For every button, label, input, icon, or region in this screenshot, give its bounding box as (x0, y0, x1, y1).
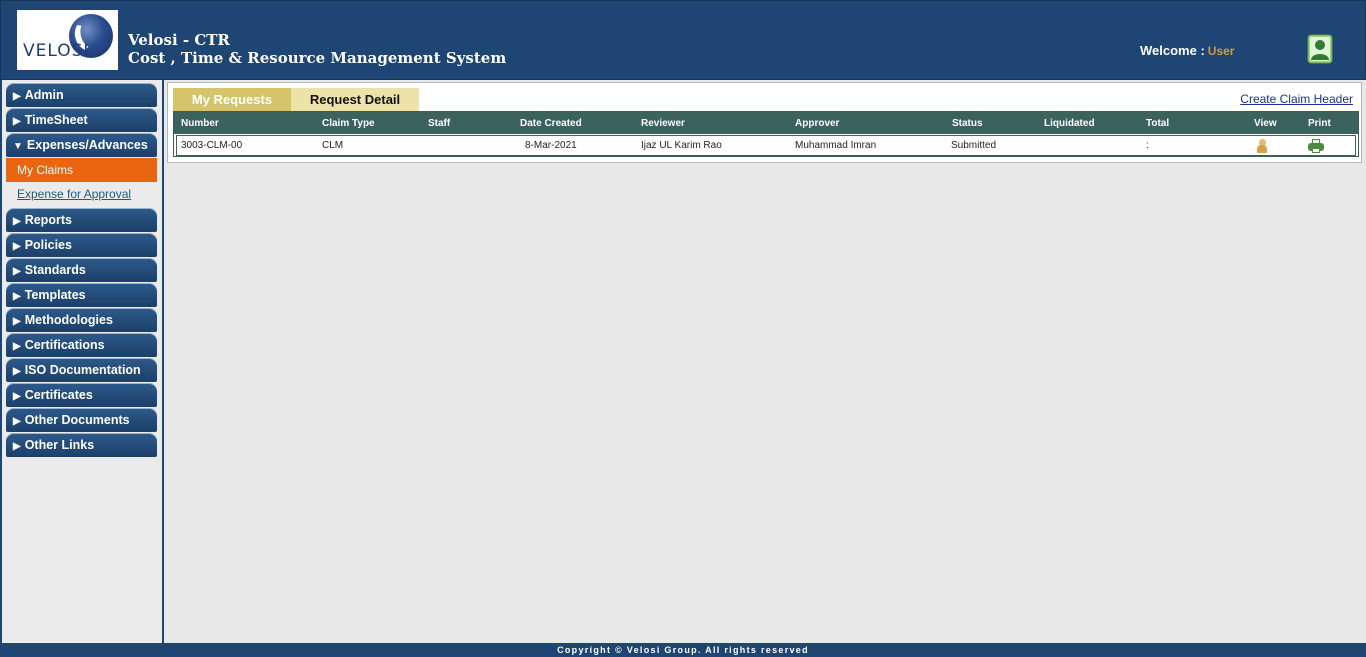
sidebar-item-label: TimeSheet (24, 113, 88, 127)
cell-reviewer: Ijaz UL Karim Rao (641, 140, 722, 151)
cell-approver: Muhammad Imran (795, 140, 877, 151)
sidebar-item-label: Certifications (24, 338, 105, 352)
table-header-row: Number Claim Type Staff Date Created Rev… (174, 112, 1358, 134)
collapsed-arrow-icon: ▶ (13, 91, 21, 102)
sidebar-item-label: Standards (24, 263, 86, 277)
column-header-status: Status (952, 117, 983, 129)
welcome-user-name: User (1207, 44, 1235, 58)
sidebar-nav: ▶ Admin ▶ TimeSheet ▼ Expenses/Advances My … (0, 80, 164, 643)
column-header-reviewer: Reviewer (641, 117, 685, 129)
sidebar-item-other-documents[interactable]: ▶ Other Documents (6, 408, 157, 432)
sidebar-item-certificates[interactable]: ▶ Certificates (6, 383, 157, 407)
sidebar-item-label: Templates (24, 288, 86, 302)
sidebar-item-label: Expenses/Advances (26, 138, 148, 152)
app-subtitle: Cost , Time & Resource Management System (128, 49, 507, 67)
create-claim-header-link[interactable]: Create Claim Header (1240, 92, 1353, 106)
sidebar-item-label: Certificates (24, 388, 93, 402)
sidebar-item-label: Admin (24, 88, 64, 102)
logo-text: VELOSI (23, 41, 90, 61)
sidebar-item-certifications[interactable]: ▶ Certifications (6, 333, 157, 357)
collapsed-arrow-icon: ▶ (13, 116, 21, 127)
column-header-staff: Staff (428, 117, 451, 129)
cell-status: Submitted (951, 140, 997, 151)
claims-panel: My Requests Request Detail Create Claim … (167, 82, 1362, 163)
expanded-arrow-icon: ▼ (13, 141, 23, 152)
collapsed-arrow-icon: ▶ (13, 441, 21, 452)
collapsed-arrow-icon: ▶ (13, 341, 21, 352)
user-profile-icon[interactable] (1307, 34, 1333, 64)
sidebar-item-label: Reports (24, 213, 72, 227)
sidebar-item-iso-documentation[interactable]: ▶ ISO Documentation (6, 358, 157, 382)
sidebar-item-admin[interactable]: ▶ Admin (6, 83, 157, 107)
sidebar-item-label: ISO Documentation (24, 363, 141, 377)
sidebar-item-label: Other Links (24, 438, 95, 452)
page-footer: Copyright © Velosi Group. All rights res… (0, 643, 1366, 657)
collapsed-arrow-icon: ▶ (13, 366, 21, 377)
tab-my-requests[interactable]: My Requests (173, 88, 291, 112)
column-header-approver: Approver (795, 117, 840, 129)
welcome-label: Welcome : (1140, 43, 1205, 58)
collapsed-arrow-icon: ▶ (13, 216, 21, 227)
sidebar-item-reports[interactable]: ▶ Reports (6, 208, 157, 232)
column-header-number: Number (181, 117, 219, 129)
tab-request-detail[interactable]: Request Detail (291, 88, 419, 112)
sidebar-item-standards[interactable]: ▶ Standards (6, 258, 157, 282)
print-cell (1308, 136, 1324, 155)
collapsed-arrow-icon: ▶ (13, 241, 21, 252)
sidebar-item-policies[interactable]: ▶ Policies (6, 233, 157, 257)
claims-table: Number Claim Type Staff Date Created Rev… (173, 111, 1359, 157)
sidebar-item-timesheet[interactable]: ▶ TimeSheet (6, 108, 157, 132)
column-header-liquidated: Liquidated (1044, 117, 1095, 129)
column-header-view: View (1254, 117, 1277, 129)
sidebar-item-other-links[interactable]: ▶ Other Links (6, 433, 157, 457)
cell-claim-type: CLM (322, 140, 344, 151)
cell-number: 3003-CLM-00 (181, 140, 243, 151)
app-header: VELOSI Velosi - CTR Cost , Time & Resour… (0, 0, 1366, 80)
column-header-claim-type: Claim Type (322, 117, 375, 129)
sidebar-item-label: Other Documents (24, 413, 130, 427)
column-header-total: Total (1146, 117, 1170, 129)
table-row[interactable]: 3003-CLM-00 CLM 8-Mar-2021 Ijaz UL Karim… (176, 135, 1356, 156)
printer-icon[interactable] (1308, 138, 1324, 153)
app-title-block: Velosi - CTR Cost , Time & Resource Mana… (128, 31, 506, 67)
column-header-print: Print (1308, 117, 1331, 129)
cell-date-created: 8-Mar-2021 (525, 140, 577, 151)
velosi-logo: VELOSI (17, 10, 118, 70)
sidebar-subitem-expense-for-approval[interactable]: Expense for Approval (17, 187, 131, 201)
user-view-icon[interactable] (1257, 138, 1267, 153)
sidebar-item-templates[interactable]: ▶ Templates (6, 283, 157, 307)
app-name: Velosi - CTR (128, 31, 230, 49)
sidebar-item-label: Methodologies (24, 313, 113, 327)
sidebar-item-methodologies[interactable]: ▶ Methodologies (6, 308, 157, 332)
sidebar-subitem-my-claims[interactable]: My Claims (6, 158, 157, 182)
collapsed-arrow-icon: ▶ (13, 316, 21, 327)
sidebar-item-label: Policies (24, 238, 72, 252)
collapsed-arrow-icon: ▶ (13, 391, 21, 402)
view-cell (1257, 136, 1267, 155)
main-content: My Requests Request Detail Create Claim … (164, 80, 1366, 643)
collapsed-arrow-icon: ▶ (13, 416, 21, 427)
sidebar-item-expenses-advances[interactable]: ▼ Expenses/Advances (6, 133, 157, 157)
column-header-date-created: Date Created (520, 117, 582, 129)
welcome-block: Welcome : User (1140, 43, 1234, 58)
collapsed-arrow-icon: ▶ (13, 266, 21, 277)
collapsed-arrow-icon: ▶ (13, 291, 21, 302)
cell-total: : (1146, 140, 1149, 151)
